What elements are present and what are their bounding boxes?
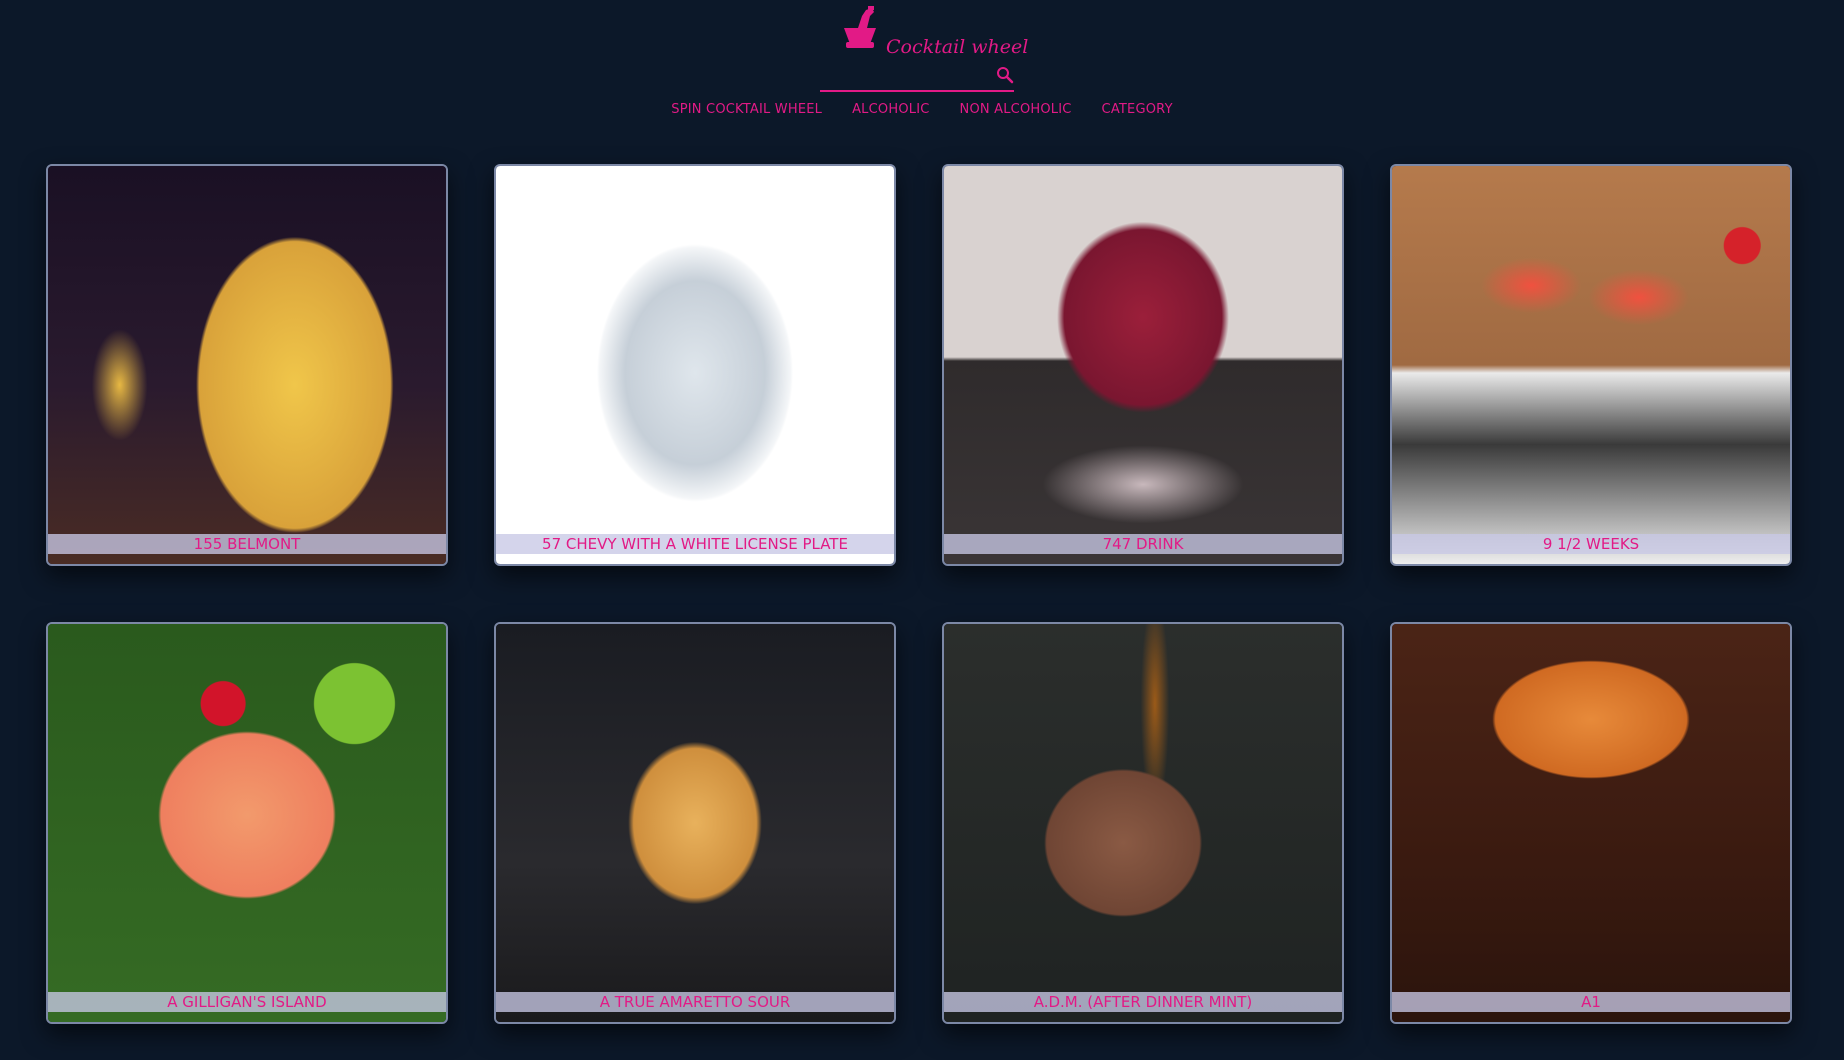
drink-grid: 155 Belmont 57 Chevy with a White Licens… xyxy=(46,164,1792,1024)
search-icon[interactable] xyxy=(996,66,1014,84)
drink-card[interactable]: A1 xyxy=(1390,622,1792,1024)
drink-name: A Gilligan's Island xyxy=(48,992,446,1012)
main-nav: Spin Cocktail Wheel Alcoholic Non Alcoho… xyxy=(0,102,1844,117)
nav-category[interactable]: Category xyxy=(1102,102,1173,117)
drink-photo xyxy=(48,624,446,1022)
drink-card[interactable]: 57 Chevy with a White License Plate xyxy=(494,164,896,566)
drink-name: 9 1/2 Weeks xyxy=(1392,534,1790,554)
drink-card[interactable]: A True Amaretto Sour xyxy=(494,622,896,1024)
drink-name: 747 Drink xyxy=(944,534,1342,554)
search-input[interactable] xyxy=(820,62,994,90)
cocktail-glass-icon xyxy=(844,6,876,48)
drink-name: 155 Belmont xyxy=(48,534,446,554)
drink-name: 57 Chevy with a White License Plate xyxy=(496,534,894,554)
logo-text: Cocktail wheel xyxy=(886,36,1029,58)
drink-name: A1 xyxy=(1392,992,1790,1012)
nav-spin-cocktail-wheel[interactable]: Spin Cocktail Wheel xyxy=(671,102,822,117)
drink-photo xyxy=(944,624,1342,1022)
drink-photo xyxy=(1392,624,1790,1022)
drink-photo xyxy=(496,166,894,564)
logo[interactable]: Cocktail wheel xyxy=(840,6,1028,62)
drink-name: A.D.M. (After Dinner Mint) xyxy=(944,992,1342,1012)
drink-card[interactable]: 9 1/2 Weeks xyxy=(1390,164,1792,566)
drink-name: A True Amaretto Sour xyxy=(496,992,894,1012)
drink-photo xyxy=(48,166,446,564)
nav-alcoholic[interactable]: Alcoholic xyxy=(852,102,929,117)
drink-card[interactable]: A.D.M. (After Dinner Mint) xyxy=(942,622,1344,1024)
drink-photo xyxy=(496,624,894,1022)
drink-card[interactable]: A Gilligan's Island xyxy=(46,622,448,1024)
drink-card[interactable]: 747 Drink xyxy=(942,164,1344,566)
drink-photo xyxy=(944,166,1342,564)
header: Cocktail wheel Spin Cocktail Wheel Alcoh… xyxy=(0,0,1844,140)
drink-card[interactable]: 155 Belmont xyxy=(46,164,448,566)
drink-photo xyxy=(1392,166,1790,564)
search-bar xyxy=(820,62,1014,92)
nav-non-alcoholic[interactable]: Non Alcoholic xyxy=(960,102,1072,117)
